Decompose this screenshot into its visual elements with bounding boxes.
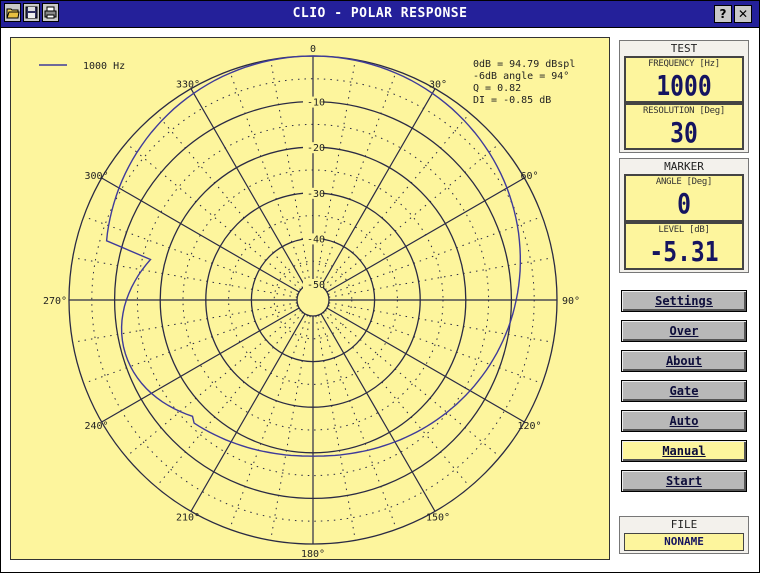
file-panel: FILE NONAME [619, 516, 749, 554]
minor-spoke [155, 112, 304, 289]
level-value: -5.31 [649, 235, 719, 268]
resolution-label: RESOLUTION [Deg] [643, 106, 725, 116]
major-spoke [101, 177, 300, 293]
settings-button[interactable]: Settings [621, 290, 747, 312]
over-button[interactable]: Over [621, 320, 747, 342]
info-line-angle: -6dB angle = 94° [473, 71, 569, 82]
major-grid [68, 55, 558, 545]
frequency-value: 1000 [656, 69, 712, 102]
ring-label-20: -20 [307, 143, 325, 154]
angle-label-270: 270° [43, 296, 67, 307]
angle-label: ANGLE [Deg] [655, 177, 713, 187]
level-display[interactable]: LEVEL [dB] -5.31 [624, 222, 744, 270]
manual-button[interactable]: Manual [621, 440, 747, 462]
marker-panel: MARKER ANGLE [Deg] 0 LEVEL [dB] -5.31 [619, 158, 749, 273]
help-button[interactable]: ? [714, 5, 732, 23]
title-bar[interactable]: CLIO - POLAR RESPONSE ? ✕ [1, 1, 759, 28]
angle-label-90: 90° [562, 296, 580, 307]
angle-label-180: 180° [301, 549, 325, 559]
legend-label: 1000 Hz [83, 61, 125, 72]
angle-display[interactable]: ANGLE [Deg] 0 [624, 174, 744, 222]
ring-label-30: -30 [307, 189, 325, 200]
minor-spoke [324, 142, 501, 291]
ring-label-40: -40 [307, 234, 325, 245]
info-block: 0dB = 94.79 dBspl -6dB angle = 94° Q = 0… [473, 59, 575, 106]
major-spoke [190, 88, 306, 287]
info-line-di: DI = -0.85 dB [473, 95, 551, 106]
angle-label-60: 60° [520, 171, 538, 182]
filename-value: NONAME [664, 535, 704, 548]
angle-label-150: 150° [426, 513, 450, 524]
major-spoke [320, 313, 436, 512]
angle-label-240: 240° [84, 421, 108, 432]
angle-label-330: 330° [176, 79, 200, 90]
angle-label-300: 300° [84, 171, 108, 182]
auto-button[interactable]: Auto [621, 410, 747, 432]
frequency-display[interactable]: FREQUENCY [Hz] 1000 [624, 56, 744, 103]
minor-spoke [322, 311, 471, 488]
ring-label-50: -50 [307, 280, 325, 291]
major-spoke [320, 88, 436, 287]
polar-chart-svg: 0 30° 60° 90° 120° 150° 180° 210° 240° 270° 300° 33… [39, 44, 580, 559]
test-panel: TEST FREQUENCY [Hz] 1000 RESOLUTION [Deg… [619, 40, 749, 153]
ring-label-10: -10 [307, 98, 325, 109]
major-spoke [101, 307, 300, 423]
angle-label-210: 210° [176, 513, 200, 524]
app-window: CLIO - POLAR RESPONSE ? ✕ 0 30° 60° 90° 120°… [0, 0, 760, 573]
resolution-display[interactable]: RESOLUTION [Deg] 30 [624, 103, 744, 150]
major-spoke [190, 313, 306, 512]
minor-spoke [155, 311, 304, 488]
test-panel-title: TEST [670, 42, 698, 55]
window-title: CLIO - POLAR RESPONSE [292, 6, 468, 21]
minor-spoke [125, 142, 302, 291]
file-panel-title: FILE [670, 518, 698, 531]
resolution-value: 30 [670, 116, 698, 149]
start-button[interactable]: Start [621, 470, 747, 492]
angle-labels: 0 30° 60° 90° 120° 150° 180° 210° 240° 270° 300° 33… [43, 44, 580, 559]
angle-label-30: 30° [429, 79, 447, 90]
info-line-q: Q = 0.82 [473, 83, 521, 94]
close-button[interactable]: ✕ [734, 5, 752, 23]
polar-plot: 0 30° 60° 90° 120° 150° 180° 210° 240° 270° 300° 33… [10, 37, 610, 560]
info-line-0db: 0dB = 94.79 dBspl [473, 59, 575, 70]
marker-panel-title: MARKER [664, 160, 704, 173]
major-spoke [326, 177, 525, 293]
angle-label-120: 120° [517, 421, 541, 432]
major-spoke [326, 307, 525, 423]
level-label: LEVEL [dB] [658, 225, 710, 235]
frequency-label: FREQUENCY [Hz] [648, 59, 720, 69]
gate-button[interactable]: Gate [621, 380, 747, 402]
filename-display[interactable]: NONAME [624, 533, 744, 551]
angle-label-0: 0 [310, 44, 316, 55]
about-button[interactable]: About [621, 350, 747, 372]
angle-value: 0 [677, 187, 691, 220]
